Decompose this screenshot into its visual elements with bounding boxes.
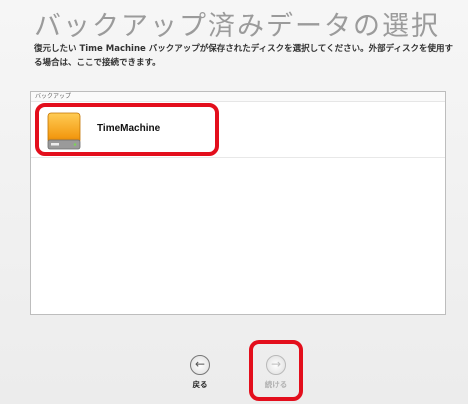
arrow-left-icon: ← [190, 355, 210, 375]
hard-disk-icon [47, 112, 81, 150]
backup-item-label: TimeMachine [97, 123, 161, 134]
continue-button[interactable]: → 続ける [256, 355, 296, 390]
page-title: バックアップ済みデータの選択 [34, 11, 440, 42]
back-button-label: 戻る [192, 380, 208, 389]
back-button[interactable]: ← 戻る [180, 355, 220, 390]
page-description: 復元したい Time Machine バックアップが保存されたディスクを選択して… [34, 44, 454, 68]
backup-list-header: バックアップ [31, 92, 445, 102]
backup-list-item-timemachine[interactable]: TimeMachine [31, 102, 445, 158]
continue-button-label: 続ける [264, 380, 288, 389]
arrow-right-icon: → [266, 355, 286, 375]
backup-list: バックアップ TimeMachine [30, 91, 446, 315]
